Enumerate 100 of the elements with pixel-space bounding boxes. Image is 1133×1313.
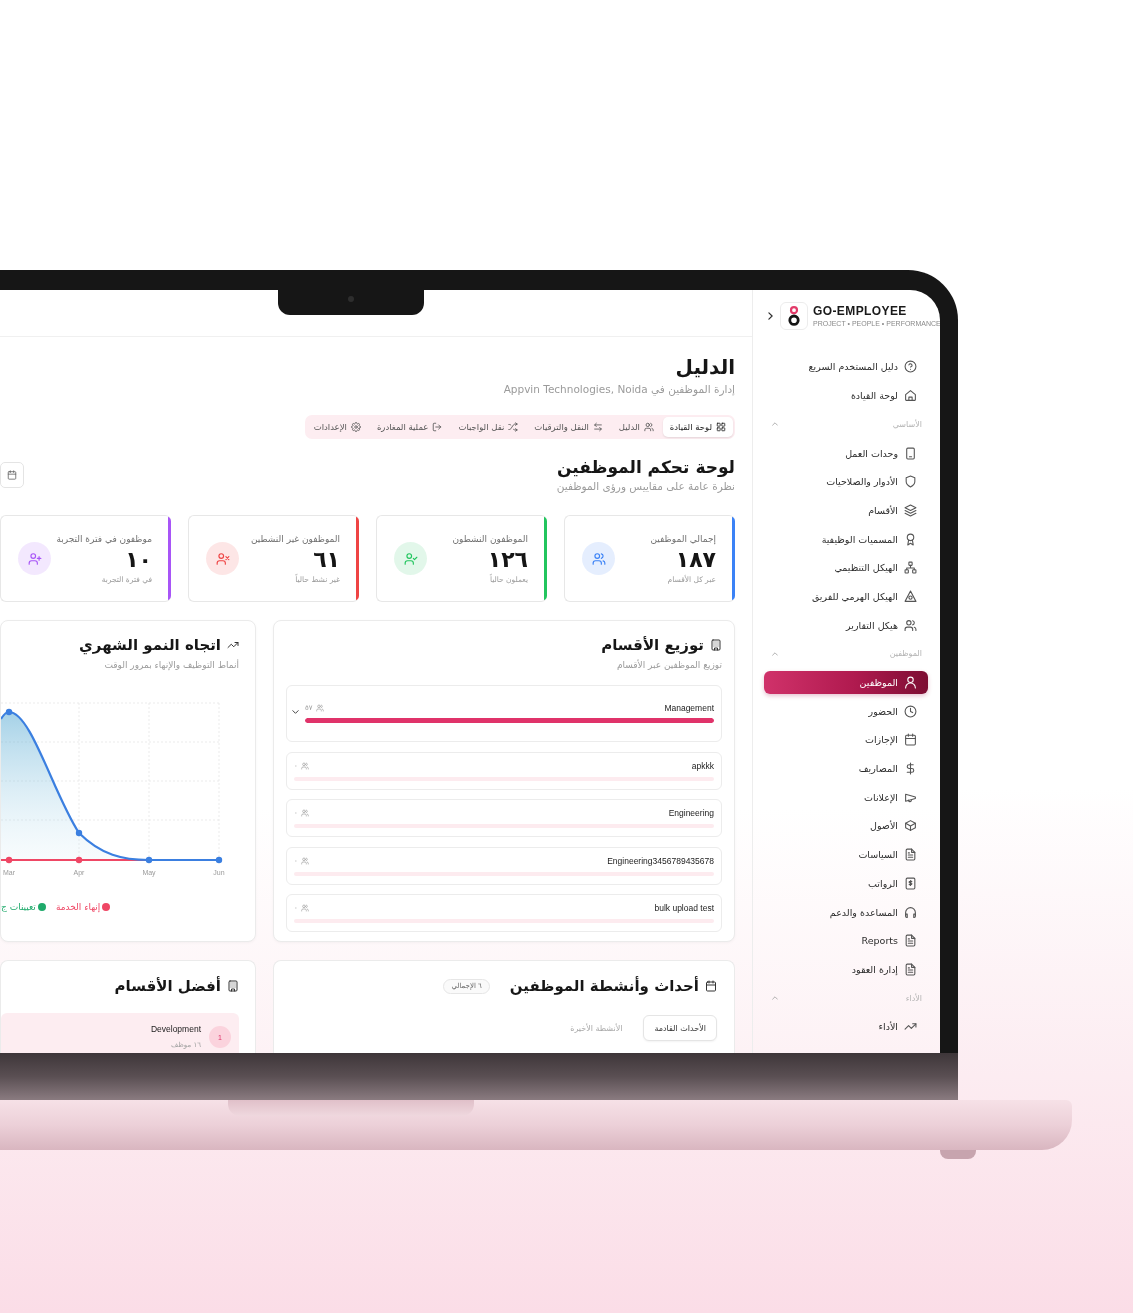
sidebar-item[interactable]: هيكل التقارير xyxy=(764,613,928,637)
page-subtitle: إدارة الموظفين في Appvin Technologies, Noida xyxy=(502,382,735,396)
chart-point xyxy=(215,856,223,864)
sidebar-item[interactable]: إدارة العقود xyxy=(764,957,928,981)
sidebar-item[interactable]: الأصول xyxy=(764,814,928,838)
sidebar-item[interactable]: الأقسام xyxy=(764,498,928,522)
sidebar-item[interactable]: المساعدة والدعم xyxy=(764,900,928,924)
dollar-document-icon xyxy=(904,876,917,890)
department-name: Development xyxy=(150,1024,201,1035)
legend-label: تعيينات ج xyxy=(1,901,36,913)
people-icon xyxy=(300,809,309,817)
document-icon xyxy=(904,848,917,862)
stat-label: الموظفون النشطون xyxy=(451,533,528,546)
people-icon xyxy=(300,761,309,770)
department-name: bulk upload test xyxy=(654,902,714,915)
document-icon xyxy=(904,962,917,976)
stat-label: الموظفون غير النشطين xyxy=(249,533,340,546)
swap-arrows-icon xyxy=(592,422,603,432)
people-icon xyxy=(582,542,615,575)
people-icon xyxy=(643,422,654,432)
stat-value: ١٢٦ xyxy=(486,548,528,572)
stat-value: ١٨٧ xyxy=(674,548,716,572)
document-icon xyxy=(904,934,917,948)
layers-icon xyxy=(904,503,917,517)
sidebar-item[interactable]: الموظفين xyxy=(764,671,928,695)
sidebar-item[interactable]: لوحة القيادة xyxy=(764,384,928,408)
settings-icon xyxy=(350,422,361,432)
sidebar-item[interactable]: السياسات xyxy=(764,843,928,867)
question-icon xyxy=(904,360,917,374)
sidebar-item[interactable]: الإعلانات xyxy=(764,785,928,809)
sidebar-item[interactable]: دليل المستخدم السريع xyxy=(764,355,928,379)
calendar-icon xyxy=(705,980,717,992)
stat-value: ٦١ xyxy=(312,548,340,572)
tab[interactable]: عملية المغادرة xyxy=(369,417,450,437)
house-icon xyxy=(904,389,917,403)
shuffle-icon xyxy=(508,422,519,432)
stat-label: إجمالي الموظفين xyxy=(649,533,716,546)
sidebar-item[interactable]: المصاريف xyxy=(764,757,928,781)
tab[interactable]: لوحة القيادة xyxy=(662,417,733,437)
logo-icon xyxy=(780,302,808,330)
chart-point xyxy=(5,856,13,864)
date-picker-button[interactable] xyxy=(0,462,24,488)
camera-lens-icon xyxy=(348,296,354,302)
legend-label: إنهاء الخدمة xyxy=(55,901,101,913)
page-title: الدليل xyxy=(674,355,735,379)
card-title: توزيع الأقسام xyxy=(601,635,704,655)
dollar-icon xyxy=(904,762,917,776)
sidebar-item[interactable]: الأداء xyxy=(764,1015,928,1039)
section-subtitle: نظرة عامة على مقاييس ورؤى الموظفين xyxy=(556,479,735,493)
chart-point xyxy=(5,708,13,716)
department-name: Engineering3456789435678 xyxy=(607,854,714,868)
person-x-icon xyxy=(206,542,239,575)
person-check-icon xyxy=(394,542,427,575)
trending-up-icon xyxy=(227,639,239,651)
tab[interactable]: النقل والترقيات xyxy=(527,417,610,437)
tab[interactable]: الدليل xyxy=(611,417,661,437)
stat-label: موظفون في فترة التجربة xyxy=(55,533,152,546)
chevron-down-icon[interactable] xyxy=(292,710,299,714)
chart-point xyxy=(145,856,153,864)
department-name: Management xyxy=(664,702,714,715)
box-icon xyxy=(904,819,917,833)
section-title: لوحة تحكم الموظفين xyxy=(556,457,735,478)
calendar-icon xyxy=(904,733,917,747)
triangle-icon xyxy=(904,590,917,603)
card-subtitle: أنماط التوظيف والإنهاء بمرور الوقت xyxy=(103,659,239,671)
chart-point xyxy=(75,829,83,837)
sidebar-item[interactable]: الهيكل التنظيمي xyxy=(764,556,928,580)
sidebar-item[interactable]: الحضور xyxy=(764,699,928,723)
tablet-icon xyxy=(904,446,917,460)
sidebar-item[interactable]: الإجازات xyxy=(764,728,928,752)
sidebar-item[interactable]: Reports xyxy=(764,929,928,953)
tab[interactable]: نقل الواجبات xyxy=(451,417,526,437)
people-icon xyxy=(315,704,324,712)
clock-icon xyxy=(904,704,917,718)
tab[interactable]: الأحداث القادمة xyxy=(643,1015,717,1041)
card-title: أحداث وأنشطة الموظفين xyxy=(509,976,699,996)
chart-point xyxy=(75,856,83,864)
grid-icon xyxy=(716,422,726,432)
shield-icon xyxy=(904,475,917,489)
sidebar-item[interactable]: الهيكل الهرمي للفريق xyxy=(764,585,928,608)
building-icon xyxy=(710,639,722,651)
tab[interactable]: الإعدادات xyxy=(306,417,368,437)
card-title: اتجاه النمو الشهري xyxy=(79,635,221,655)
award-icon xyxy=(904,532,917,546)
logout-icon xyxy=(432,422,443,432)
building-icon xyxy=(227,980,239,992)
chevron-right-icon[interactable] xyxy=(768,312,773,320)
card-title: أفضل الأقسام xyxy=(114,976,221,996)
people-icon xyxy=(904,618,917,632)
sidebar-item[interactable]: وحدات العمل xyxy=(764,441,928,465)
person-plus-icon xyxy=(18,542,51,575)
people-icon xyxy=(300,856,309,865)
sidebar-item[interactable]: الأدوار والصلاحيات xyxy=(764,470,928,494)
department-name: apkkk xyxy=(691,759,714,773)
sidebar-item[interactable]: الرواتب xyxy=(764,871,928,895)
headphones-icon xyxy=(904,905,917,919)
org-chart-icon xyxy=(904,561,917,575)
sidebar-item[interactable]: المسميات الوظيفية xyxy=(764,527,928,551)
stat-value: ١٠ xyxy=(124,548,152,572)
people-icon xyxy=(300,904,309,912)
